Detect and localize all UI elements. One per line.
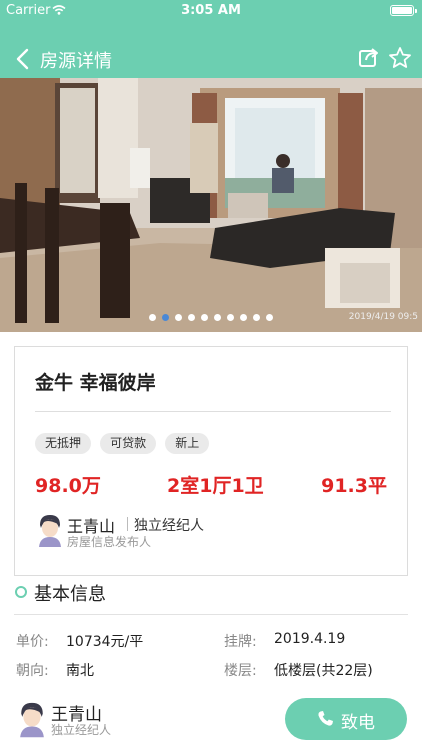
favorite-star-icon[interactable] <box>388 46 412 70</box>
tag-loanable: 可贷款 <box>100 433 157 454</box>
call-button[interactable]: 致电 <box>285 698 407 740</box>
orientation-value: 南北 <box>66 663 94 679</box>
listing-title: 金牛 幸福彼岸 <box>35 372 156 394</box>
carousel-dot[interactable] <box>214 314 221 321</box>
tag-list: 无抵押 可贷款 新上 <box>35 432 213 454</box>
back-chevron-icon[interactable] <box>14 48 34 70</box>
unit-price-value: 10734元/平 <box>66 634 144 650</box>
carousel-dot[interactable] <box>162 314 169 321</box>
listing-date-label: 挂牌: <box>224 634 257 650</box>
carousel-dot[interactable] <box>240 314 247 321</box>
bottom-bar: 王青山 独立经纪人 致电 <box>0 690 422 750</box>
battery-icon <box>390 5 417 16</box>
room-photo-illustration <box>0 78 422 332</box>
carousel-dot[interactable] <box>149 314 156 321</box>
status-time: 3:05 AM <box>181 3 241 18</box>
call-button-label: 致电 <box>341 713 375 733</box>
floor-area: 91.3平 <box>321 475 387 497</box>
listing-photo[interactable]: 2019/4/19 09:5 <box>0 78 422 332</box>
photo-timestamp: 2019/4/19 09:5 <box>348 312 418 322</box>
divider <box>35 411 391 412</box>
agent-role: 独立经纪人 <box>134 518 204 534</box>
share-icon[interactable] <box>358 46 380 68</box>
separator <box>127 517 128 531</box>
tag-new: 新上 <box>165 433 210 454</box>
carousel-dot[interactable] <box>201 314 208 321</box>
carousel-dot[interactable] <box>266 314 273 321</box>
total-price: 98.0万 <box>35 475 101 497</box>
nav-bar: 房源详情 <box>0 40 422 76</box>
floor-value: 低楼层(共22层) <box>274 663 373 679</box>
header: Carrier 3:05 AM 房源详情 <box>0 0 422 78</box>
carousel-dot[interactable] <box>188 314 195 321</box>
agent-avatar <box>39 515 61 547</box>
listing-date-value: 2019.4.19 <box>274 631 346 647</box>
divider <box>14 614 408 615</box>
carousel-dot[interactable] <box>253 314 260 321</box>
unit-price-label: 单价: <box>16 634 49 650</box>
tag-no-mortgage: 无抵押 <box>35 433 92 454</box>
agent-avatar <box>20 702 44 738</box>
carousel-dot[interactable] <box>227 314 234 321</box>
room-layout: 2室1厅1卫 <box>167 475 264 497</box>
bottom-agent-role: 独立经纪人 <box>51 723 112 737</box>
orientation-label: 朝向: <box>16 663 49 679</box>
carousel-dot[interactable] <box>175 314 182 321</box>
listing-card: 金牛 幸福彼岸 无抵押 可贷款 新上 98.0万 2室1厅1卫 91.3平 王青… <box>14 346 408 576</box>
page-title: 房源详情 <box>40 51 112 72</box>
phone-icon <box>318 711 333 726</box>
app-root: Carrier 3:05 AM 房源详情 2019/4/19 09:5 金牛 幸… <box>0 0 422 750</box>
agent-subtitle: 房屋信息发布人 <box>67 535 152 549</box>
floor-label: 楼层: <box>224 663 257 679</box>
section-bullet-icon <box>15 586 27 598</box>
status-bar: Carrier 3:05 AM <box>0 0 422 22</box>
section-title: 基本信息 <box>34 584 106 605</box>
